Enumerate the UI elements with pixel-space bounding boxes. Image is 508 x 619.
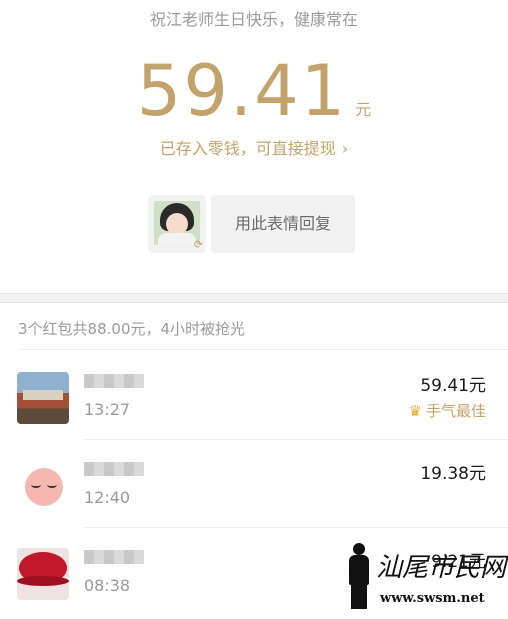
section-divider — [0, 293, 508, 303]
blessing-text: 祝江老师生日快乐，健康常在 — [149, 10, 358, 29]
list-item[interactable]: 13:27 59.41元 ♛ 手气最佳 — [0, 352, 508, 440]
best-luck-badge: ♛ 手气最佳 — [409, 400, 486, 421]
blurred-name — [84, 374, 144, 388]
list-item[interactable]: 12:40 19.38元 — [0, 440, 508, 528]
refresh-icon[interactable]: ⟳ — [194, 238, 203, 251]
saved-to-change-label: 已存入零钱，可直接提现 — [159, 139, 336, 158]
grab-time: 13:27 — [84, 400, 131, 419]
grab-time: 12:40 — [84, 488, 131, 507]
packet-header: 祝江老师生日快乐，健康常在 59.41 元 已存入零钱，可直接提现 › ⟳ 用此表情… — [0, 0, 508, 293]
amount-value: 59.41 — [136, 50, 348, 132]
reply-with-sticker-button[interactable]: 用此表情回复 — [211, 195, 355, 253]
blurred-name — [84, 550, 144, 564]
packet-summary: 3个红包共88.00元，4小时被抢光 — [18, 320, 246, 338]
received-amount: 59.41 元 — [0, 50, 508, 132]
site-watermark: 汕尾市民网 www.swsm.net — [342, 543, 506, 615]
watermark-url: www.swsm.net — [380, 591, 485, 606]
grab-amount: 59.41元 — [420, 376, 486, 396]
chevron-right-icon: › — [341, 139, 349, 158]
avatar — [17, 548, 69, 600]
grab-amount: 19.38元 — [420, 464, 486, 484]
watermark-title: 汕尾市民网 — [376, 553, 507, 583]
summary-divider — [18, 349, 508, 350]
sticker-thumbnail[interactable]: ⟳ — [148, 195, 206, 253]
avatar — [17, 460, 69, 512]
blurred-name — [84, 462, 144, 476]
amount-unit: 元 — [355, 100, 372, 119]
grab-time: 08:38 — [84, 576, 131, 595]
crown-icon: ♛ — [408, 402, 422, 420]
person-silhouette-icon — [342, 543, 376, 611]
saved-to-change-link[interactable]: 已存入零钱，可直接提现 › — [0, 135, 508, 159]
best-luck-label: 手气最佳 — [425, 402, 486, 420]
avatar — [17, 372, 69, 424]
